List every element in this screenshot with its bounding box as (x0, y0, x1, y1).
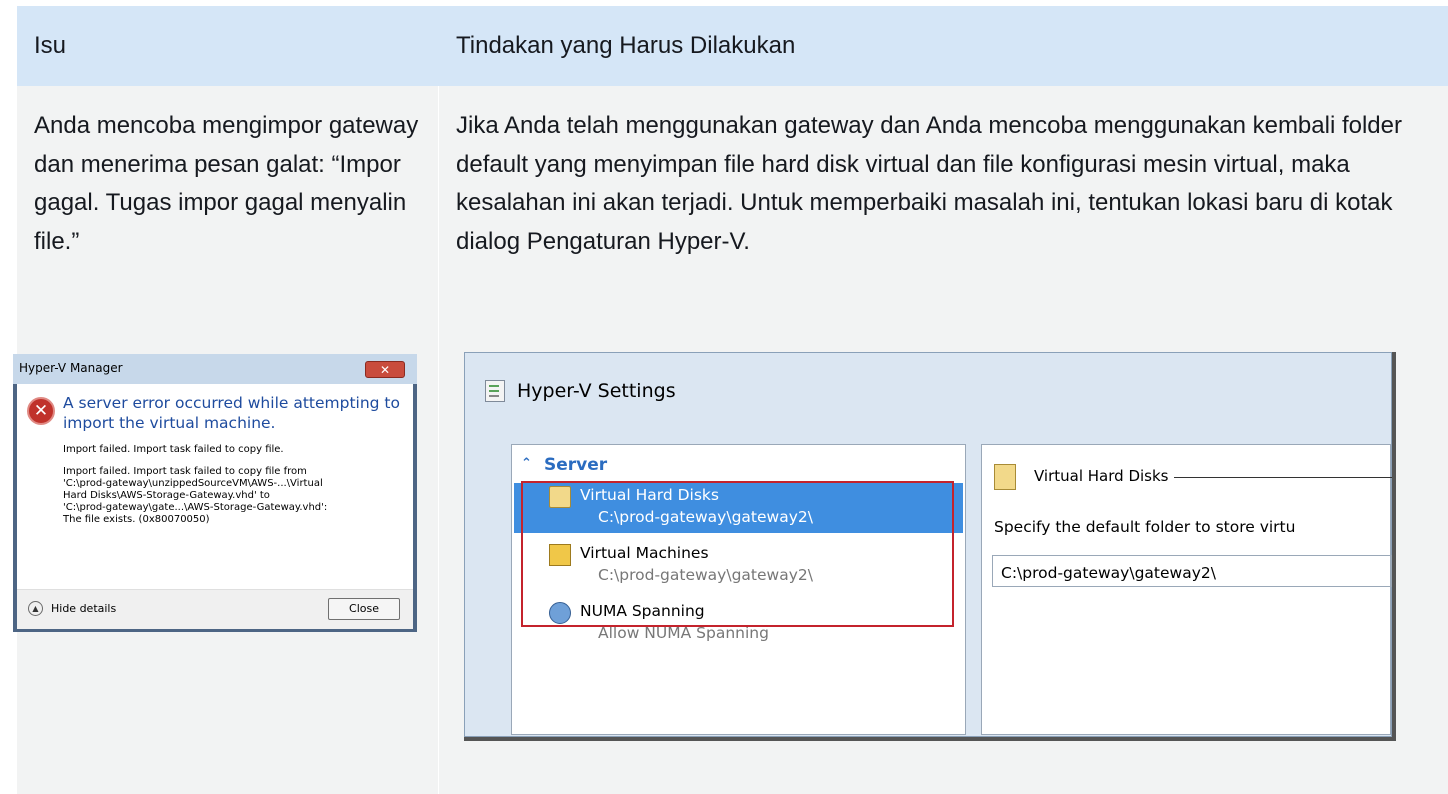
header-issue: Isu (34, 32, 67, 59)
issue-text: Anda mencoba mengimpor gateway dan mener… (34, 112, 419, 255)
detail-description: Specify the default folder to store virt… (994, 518, 1296, 536)
error-icon: ✕ (27, 397, 55, 425)
hide-details-link[interactable]: Hide details (51, 602, 116, 615)
close-button[interactable]: Close (328, 598, 400, 620)
dialog-message-detail: Import failed. Import task failed to cop… (63, 466, 328, 525)
dialog-message-short: Import failed. Import task failed to cop… (63, 444, 284, 455)
highlight-box (521, 481, 954, 627)
table-header: Isu Tindakan yang Harus Dilakukan (17, 6, 1448, 86)
dialog-title: Hyper-V Manager (19, 361, 123, 375)
close-icon[interactable]: ✕ (365, 361, 405, 378)
header-action: Tindakan yang Harus Dilakukan (456, 32, 796, 59)
action-text: Jika Anda telah menggunakan gateway dan … (456, 112, 1402, 255)
settings-icon (485, 380, 505, 402)
detail-heading: Virtual Hard Disks (1034, 467, 1169, 485)
heading-divider (1174, 477, 1392, 478)
collapse-chevron-icon[interactable]: ⌃ (521, 456, 532, 471)
chevron-up-icon[interactable]: ▲ (28, 601, 43, 616)
dialog-heading: A server error occurred while attempting… (63, 394, 400, 432)
disk-icon (994, 464, 1016, 490)
dialog-footer: ▲ Hide details Close (17, 589, 413, 629)
dialog-body: ✕ A server error occurred while attempti… (17, 384, 413, 589)
dialog-titlebar: Hyper-V Manager ✕ (13, 354, 417, 384)
settings-title: Hyper-V Settings (517, 380, 676, 402)
nav-section-server[interactable]: Server (544, 455, 607, 475)
settings-detail: Virtual Hard Disks Specify the default f… (981, 444, 1392, 735)
hyperv-manager-error-dialog: Hyper-V Manager ✕ ✕ A server error occur… (13, 354, 417, 632)
column-divider (438, 86, 439, 794)
default-folder-input[interactable]: C:\prod-gateway\gateway2\ (992, 555, 1392, 587)
